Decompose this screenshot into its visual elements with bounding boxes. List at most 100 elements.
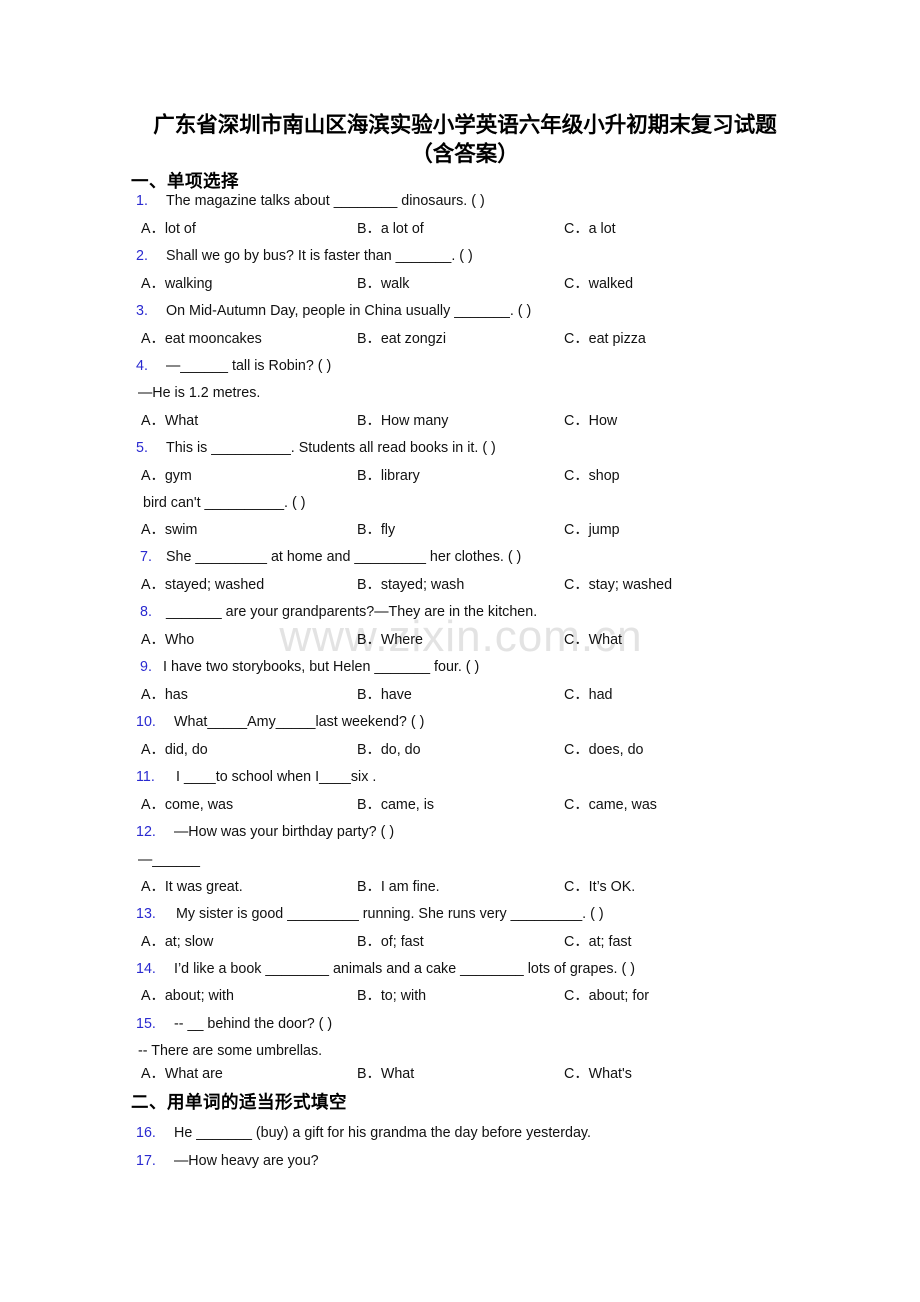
option-a[interactable]: A．gym: [141, 465, 192, 487]
question-text: I ____to school when I____six .: [176, 769, 377, 785]
option-c[interactable]: C．jump: [564, 519, 620, 541]
option-b[interactable]: B．fly: [357, 519, 395, 541]
question-text: On Mid-Autumn Day, people in China usual…: [166, 303, 532, 319]
option-b[interactable]: B．of; fast: [357, 931, 424, 953]
option-a[interactable]: A．swim: [141, 519, 197, 541]
option-a[interactable]: A．walking: [141, 273, 213, 295]
option-c[interactable]: C．came, was: [564, 794, 657, 816]
option-a[interactable]: A．What are: [141, 1063, 223, 1085]
option-row: A．did, do B．do, do C．does, do: [0, 739, 920, 761]
question-text: He _______ (buy) a gift for his grandma …: [174, 1125, 591, 1141]
question-number: 3.: [136, 303, 148, 319]
question-number: 4.: [136, 358, 148, 374]
question-number: 2.: [136, 248, 148, 264]
question-number: 14.: [136, 961, 156, 977]
option-b[interactable]: B．I am fine.: [357, 876, 440, 898]
question-text: —How was your birthday party? ( ): [174, 824, 395, 840]
option-b[interactable]: B．How many: [357, 410, 448, 432]
question-row: 10. What_____Amy_____last weekend? ( ): [0, 711, 920, 733]
question-number: 16.: [136, 1125, 156, 1141]
option-c[interactable]: C．had: [564, 684, 612, 706]
option-a[interactable]: A．about; with: [141, 985, 234, 1007]
option-b[interactable]: B．eat zongzi: [357, 328, 446, 350]
option-a[interactable]: A．Who: [141, 629, 194, 651]
option-a[interactable]: A．It was great.: [141, 876, 243, 898]
option-c[interactable]: C．stay; washed: [564, 574, 672, 596]
question-number: 13.: [136, 906, 156, 922]
option-row: A．has B．have C．had: [0, 684, 920, 706]
question-text: Shall we go by bus? It is faster than __…: [166, 248, 473, 264]
option-row: A．lot of B．a lot of C．a lot: [0, 218, 920, 240]
option-c[interactable]: C．walked: [564, 273, 633, 295]
option-b[interactable]: B．a lot of: [357, 218, 424, 240]
option-c[interactable]: C．a lot: [564, 218, 616, 240]
option-c[interactable]: C．It’s OK.: [564, 876, 635, 898]
question-text: The magazine talks about ________ dinosa…: [166, 193, 485, 209]
option-row: A．stayed; washed B．stayed; wash C．stay; …: [0, 574, 920, 596]
section-heading-2: 二、用单词的适当形式填空: [131, 1092, 347, 1112]
question-text: What_____Amy_____last weekend? ( ): [174, 714, 425, 730]
question-row: 8. _______ are your grandparents?—They a…: [0, 601, 920, 623]
option-row: A．walking B．walk C．walked: [0, 273, 920, 295]
option-b[interactable]: B．have: [357, 684, 412, 706]
question-number: 15.: [136, 1016, 156, 1032]
option-c[interactable]: C．at; fast: [564, 931, 632, 953]
option-c[interactable]: C．eat pizza: [564, 328, 646, 350]
option-a[interactable]: A．lot of: [141, 218, 196, 240]
option-c[interactable]: C．does, do: [564, 739, 643, 761]
option-c[interactable]: C．What's: [564, 1063, 632, 1085]
option-b[interactable]: B．library: [357, 465, 420, 487]
option-row: A．about; with B．to; with C．about; for: [0, 985, 920, 1007]
option-c[interactable]: C．How: [564, 410, 617, 432]
option-row: A．come, was B．came, is C．came, was: [0, 794, 920, 816]
question-row: 16. He _______ (buy) a gift for his gran…: [0, 1122, 920, 1144]
option-c[interactable]: C．shop: [564, 465, 620, 487]
question-text: I’d like a book ________ animals and a c…: [174, 961, 635, 977]
option-a[interactable]: A．did, do: [141, 739, 208, 761]
option-b[interactable]: B．do, do: [357, 739, 421, 761]
option-row: A．What B．How many C．How: [0, 410, 920, 432]
question-row: 11. I ____to school when I____six .: [0, 766, 920, 788]
option-a[interactable]: A．What: [141, 410, 198, 432]
option-a[interactable]: A．stayed; washed: [141, 574, 264, 596]
option-row: A．eat mooncakes B．eat zongzi C．eat pizza: [0, 328, 920, 350]
question-continuation-row: -- There are some umbrellas.: [0, 1040, 920, 1062]
page-title-line1: 广东省深圳市南山区海滨实验小学英语六年级小升初期末复习试题: [153, 113, 777, 137]
question-text: My sister is good _________ running. She…: [176, 906, 604, 922]
question-row: 15. -- __ behind the door? ( ): [0, 1013, 920, 1035]
question-text: -- __ behind the door? ( ): [174, 1016, 333, 1032]
question-row: 13. My sister is good _________ running.…: [0, 903, 920, 925]
option-b[interactable]: B．walk: [357, 273, 409, 295]
option-row: A．at; slow B．of; fast C．at; fast: [0, 931, 920, 953]
question-continuation-row: —He is 1.2 metres.: [0, 382, 920, 404]
question-row: 9. I have two storybooks, but Helen ____…: [0, 656, 920, 678]
option-a[interactable]: A．at; slow: [141, 931, 213, 953]
question-number: 7.: [140, 549, 152, 565]
option-a[interactable]: A．come, was: [141, 794, 233, 816]
question-continuation-row: —______: [0, 849, 920, 871]
option-b[interactable]: B．What: [357, 1063, 414, 1085]
option-a[interactable]: A．has: [141, 684, 188, 706]
option-b[interactable]: B．to; with: [357, 985, 426, 1007]
option-b[interactable]: B．stayed; wash: [357, 574, 464, 596]
question-row: 5. This is __________. Students all read…: [0, 437, 920, 459]
question-continuation: —He is 1.2 metres.: [138, 385, 261, 401]
question-text: She _________ at home and _________ her …: [166, 549, 522, 565]
question-row: 1. The magazine talks about ________ din…: [0, 190, 920, 212]
question-continuation: —______: [138, 852, 201, 868]
page-title-line2: （含答案）: [411, 142, 519, 166]
question-row: 2. Shall we go by bus? It is faster than…: [0, 245, 920, 267]
option-row: A．swim B．fly C．jump: [0, 519, 920, 541]
option-c[interactable]: C．about; for: [564, 985, 649, 1007]
option-a[interactable]: A．eat mooncakes: [141, 328, 262, 350]
question-row: 12. —How was your birthday party? ( ): [0, 821, 920, 843]
option-row: A．It was great. B．I am fine. C．It’s OK.: [0, 876, 920, 898]
option-row: A．What are B．What C．What's: [0, 1063, 920, 1085]
option-b[interactable]: B．Where: [357, 629, 423, 651]
option-c[interactable]: C．What: [564, 629, 622, 651]
question-number: 10.: [136, 714, 156, 730]
question-text: —______ tall is Robin? ( ): [166, 358, 332, 374]
question-text: _______ are your grandparents?—They are …: [166, 604, 538, 620]
question-row: 3. On Mid-Autumn Day, people in China us…: [0, 300, 920, 322]
option-b[interactable]: B．came, is: [357, 794, 434, 816]
